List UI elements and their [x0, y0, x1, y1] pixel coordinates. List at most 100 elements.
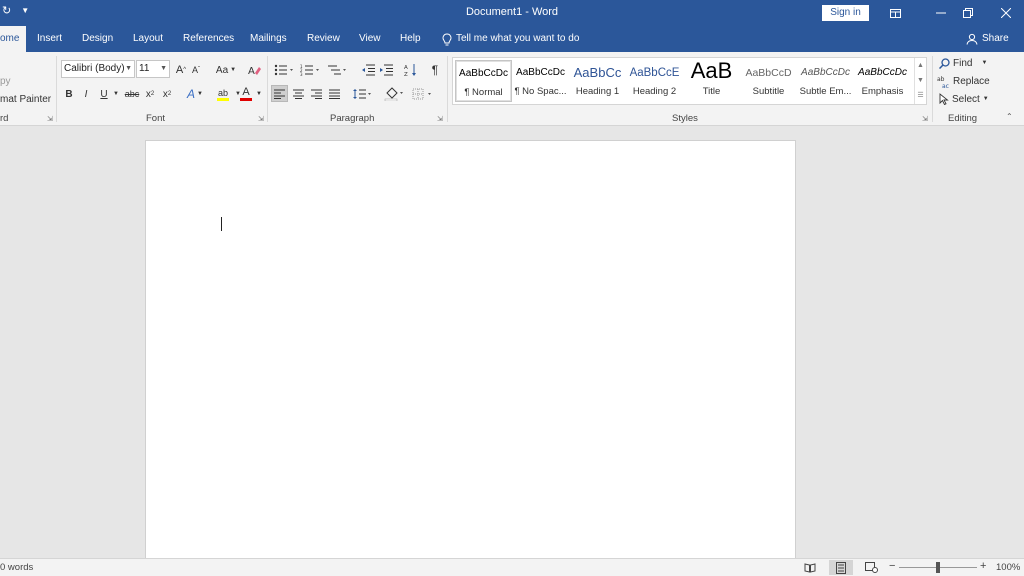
group-divider [447, 56, 448, 122]
ribbon-display-options-icon[interactable] [872, 0, 918, 26]
replace-icon: abac [937, 76, 949, 88]
tab-help[interactable]: Help [400, 26, 421, 52]
gallery-scroll: ▲ ▼ ☰ [914, 58, 926, 104]
styles-launcher-icon[interactable]: ⇲ [922, 115, 928, 123]
format-painter-button[interactable]: mat Painter [0, 94, 51, 105]
align-center-button[interactable] [290, 86, 306, 102]
svg-text:Z: Z [404, 72, 408, 77]
increase-indent-icon[interactable] [378, 62, 394, 78]
gallery-more-icon[interactable]: ☰ [915, 88, 926, 103]
word-count[interactable]: 0 words [0, 562, 33, 573]
clipboard-launcher-icon[interactable]: ⇲ [47, 115, 53, 123]
tab-view[interactable]: View [359, 26, 381, 52]
style-emphasis[interactable]: AaBbCcDc Emphasis [854, 60, 911, 102]
tab-review[interactable]: Review [307, 26, 340, 52]
cursor-arrow-icon [939, 93, 949, 105]
tab-layout[interactable]: Layout [133, 26, 163, 52]
svg-text:A: A [404, 65, 408, 71]
tab-insert[interactable]: Insert [37, 26, 62, 52]
replace-button[interactable]: ab ac Replace [937, 74, 990, 88]
web-layout-icon[interactable] [862, 560, 880, 575]
font-group-label: Font [146, 113, 166, 124]
tab-mailings[interactable]: Mailings [250, 26, 287, 52]
style-heading-2[interactable]: AaBbCcE Heading 2 [626, 60, 683, 102]
collapse-ribbon-icon[interactable]: ⌃ [1006, 112, 1013, 121]
font-color-button[interactable]: A [239, 86, 253, 102]
tell-me-search[interactable]: Tell me what you want to do [442, 26, 579, 52]
sort-icon[interactable]: AZ [403, 62, 419, 78]
styles-gallery: AaBbCcDc ¶ Normal AaBbCcDc ¶ No Spac... … [452, 57, 927, 105]
align-right-button[interactable] [308, 86, 324, 102]
align-left-button[interactable] [271, 85, 288, 102]
gallery-down-icon[interactable]: ▼ [915, 73, 926, 88]
font-launcher-icon[interactable]: ⇲ [258, 115, 264, 123]
sign-in-button[interactable]: Sign in [822, 5, 869, 21]
style-no-spacing[interactable]: AaBbCcDc ¶ No Spac... [512, 60, 569, 102]
paragraph-launcher-icon[interactable]: ⇲ [437, 115, 443, 123]
text-effects-button[interactable]: A ▼ [184, 86, 206, 102]
tell-me-text: Tell me what you want to do [456, 33, 580, 44]
print-layout-icon[interactable] [829, 560, 853, 575]
style-normal[interactable]: AaBbCcDc ¶ Normal [455, 60, 512, 102]
line-spacing-button[interactable] [351, 86, 373, 102]
gallery-up-icon[interactable]: ▲ [915, 58, 926, 73]
underline-button[interactable]: U [98, 86, 110, 102]
styles-group-label: Styles [672, 113, 698, 124]
find-button[interactable]: Find ▼ [939, 56, 987, 70]
select-button[interactable]: Select ▼ [939, 92, 989, 106]
underline-dropdown-icon[interactable]: ▼ [112, 86, 120, 102]
svg-text:ab: ab [937, 76, 945, 83]
svg-text:3: 3 [300, 72, 303, 76]
share-button[interactable]: Share [966, 26, 1009, 52]
change-case-button[interactable]: Aa ▼ [214, 62, 238, 78]
font-size-combo[interactable]: 11 ▼ [136, 60, 170, 78]
copy-button[interactable]: py [0, 76, 11, 87]
clipboard-group-label: rd [0, 113, 9, 124]
shrink-font-button[interactable]: Aˇ [189, 62, 203, 78]
editing-group-label: Editing [948, 113, 978, 124]
font-color-dropdown-icon[interactable]: ▼ [255, 86, 263, 102]
tab-home[interactable]: ome [0, 26, 26, 52]
ribbon-home: py mat Painter rd ⇲ Calibri (Body) ▼ 11 … [0, 52, 1024, 126]
bold-button[interactable]: B [63, 86, 75, 102]
highlight-button[interactable]: ab [211, 86, 235, 102]
share-label: Share [982, 33, 1009, 44]
document-canvas [0, 126, 1024, 570]
style-title[interactable]: AaB Title [683, 60, 740, 102]
zoom-out-button[interactable]: − [889, 560, 895, 572]
zoom-slider-thumb[interactable] [936, 562, 940, 573]
document-page[interactable] [145, 140, 796, 570]
read-mode-icon[interactable] [801, 560, 819, 575]
group-divider [267, 56, 268, 122]
tab-design[interactable]: Design [82, 26, 113, 52]
style-subtitle[interactable]: AaBbCcD Subtitle [740, 60, 797, 102]
grow-font-button[interactable]: A ^ [174, 62, 188, 78]
borders-button[interactable] [411, 86, 435, 102]
style-heading-1[interactable]: AaBbCc Heading 1 [569, 60, 626, 102]
superscript-button[interactable]: x2 [160, 86, 174, 102]
group-divider [932, 56, 933, 122]
decrease-indent-icon[interactable] [360, 62, 376, 78]
strikethrough-button[interactable]: abc [123, 86, 141, 102]
person-icon [966, 33, 978, 45]
style-subtle-emphasis[interactable]: AaBbCcDc Subtle Em... [797, 60, 854, 102]
clear-formatting-icon[interactable]: A [247, 62, 263, 78]
bullets-button[interactable] [273, 62, 297, 78]
subscript-button[interactable]: x2 [143, 86, 157, 102]
svg-text:A: A [248, 66, 255, 76]
multilevel-list-button[interactable] [326, 62, 350, 78]
close-icon[interactable] [983, 0, 1024, 26]
status-bar: 0 words − + 100% [0, 558, 1024, 576]
zoom-in-button[interactable]: + [980, 560, 986, 572]
zoom-level[interactable]: 100% [996, 562, 1020, 573]
lightbulb-icon [442, 32, 452, 45]
shading-button[interactable] [383, 86, 407, 102]
show-formatting-marks-button[interactable]: ¶ [428, 62, 442, 78]
font-name-combo[interactable]: Calibri (Body) ▼ [61, 60, 135, 78]
paragraph-group-label: Paragraph [330, 113, 375, 124]
search-icon [939, 57, 950, 69]
numbering-button[interactable]: 123 [299, 62, 323, 78]
tab-references[interactable]: References [183, 26, 234, 52]
justify-button[interactable] [326, 86, 342, 102]
italic-button[interactable]: I [80, 86, 92, 102]
